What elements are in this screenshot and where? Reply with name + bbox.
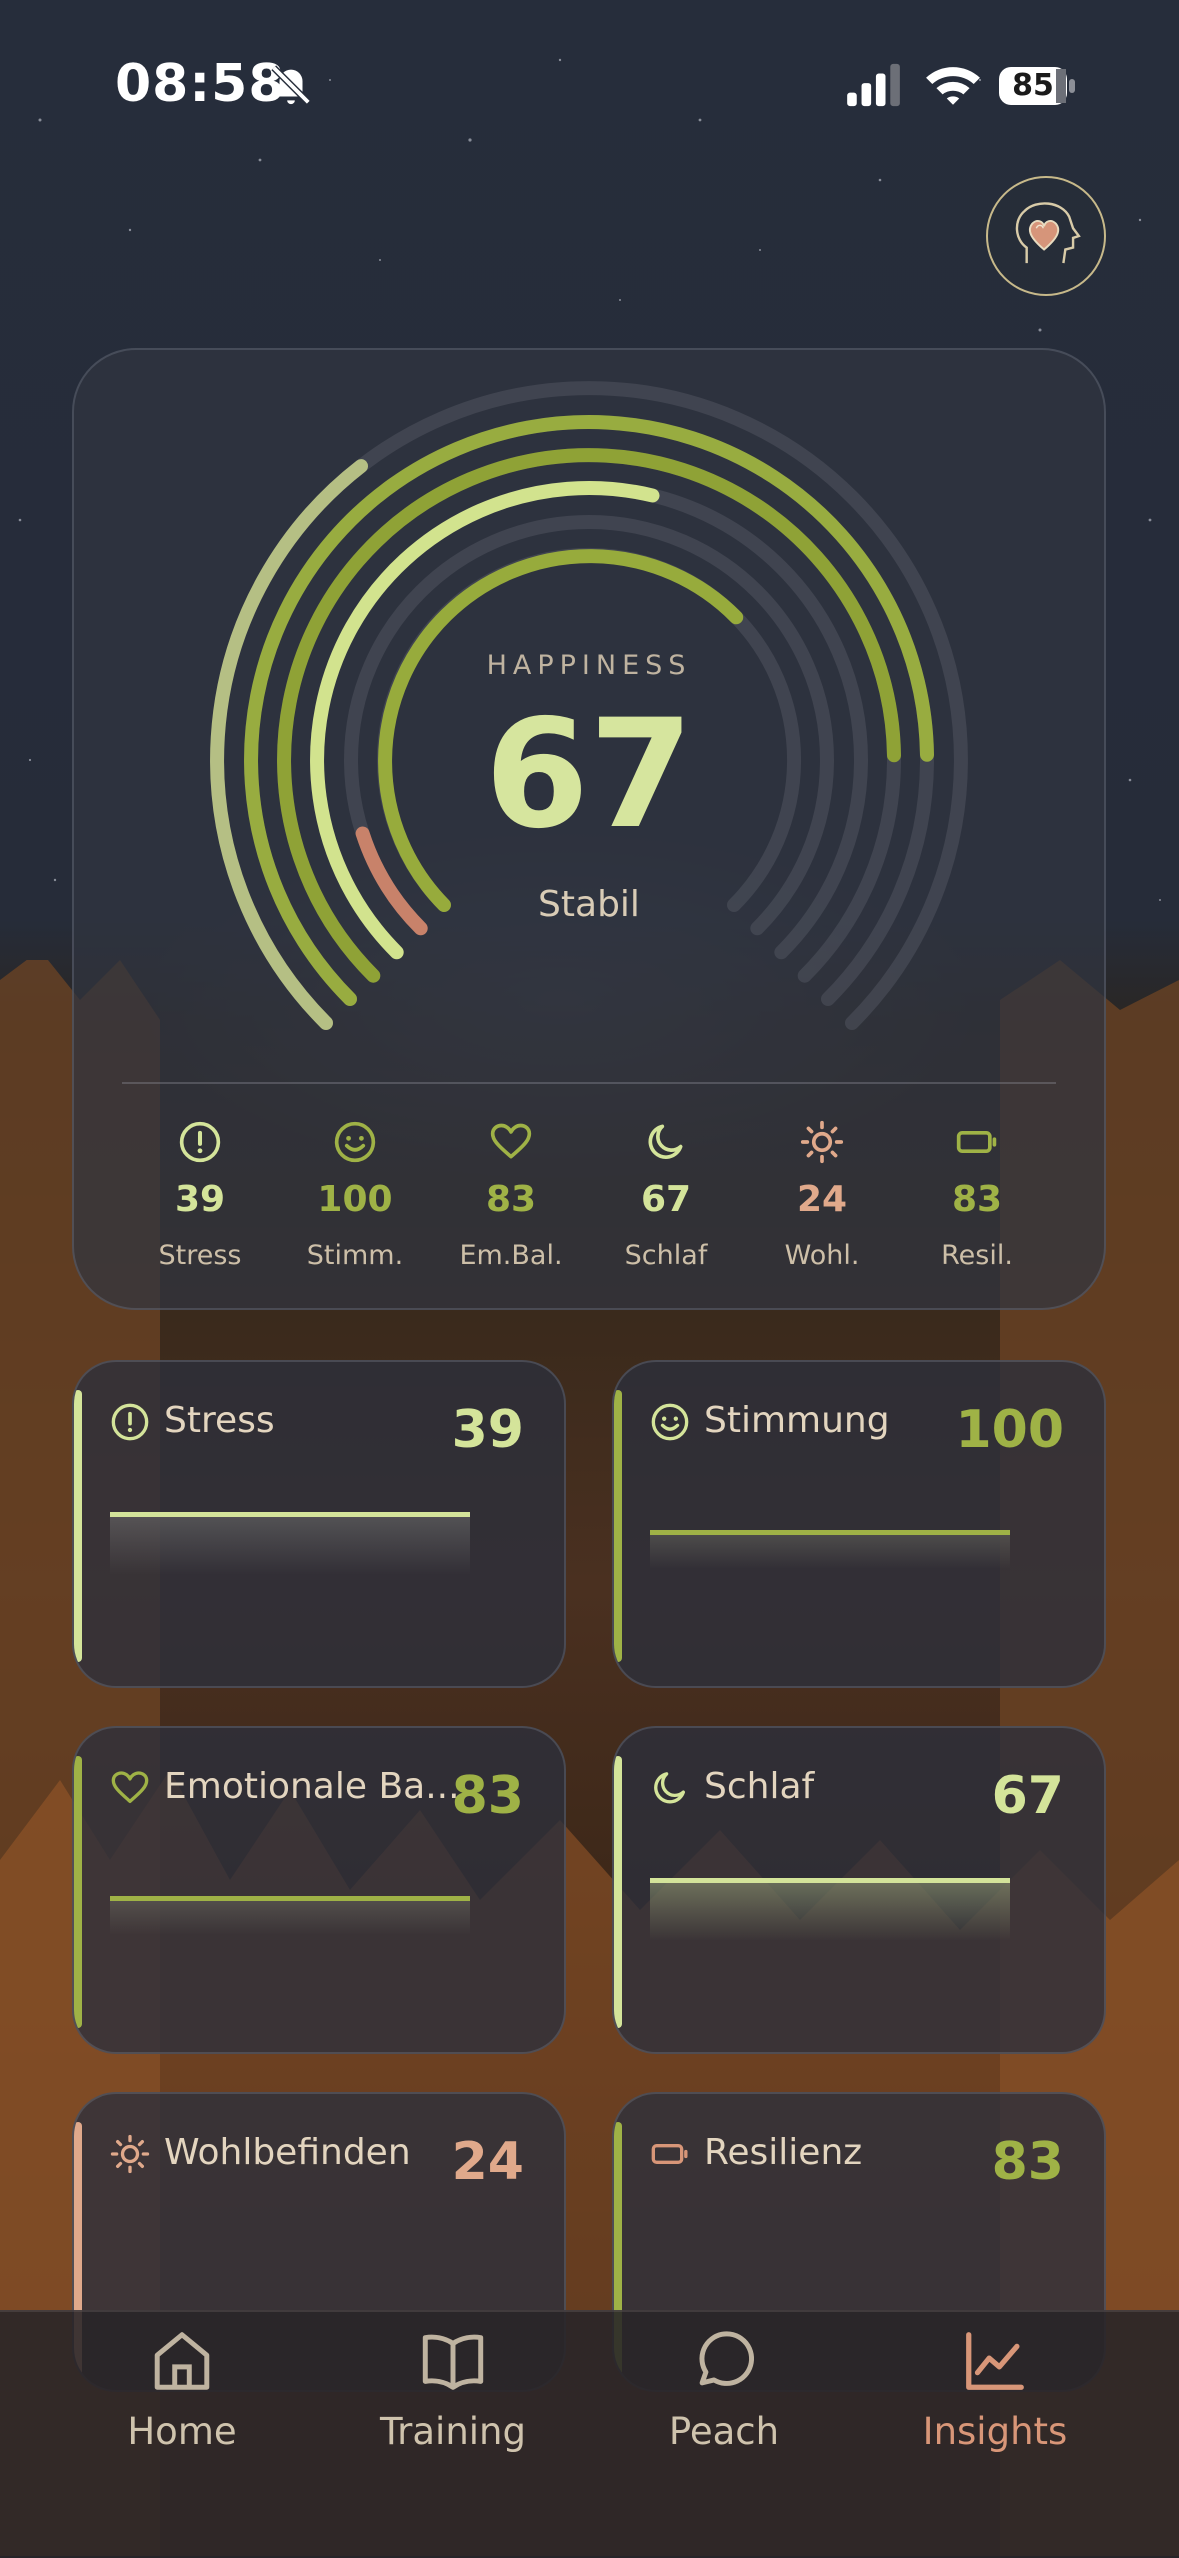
home-icon (154, 2332, 210, 2390)
tile-value: 24 (451, 2132, 524, 2192)
smiley-icon (651, 1403, 689, 1441)
metric-value: 39 (174, 1179, 226, 1220)
moon-icon (654, 1772, 685, 1804)
sun-icon (800, 1120, 844, 1164)
tile-value: 67 (991, 1766, 1064, 1826)
tab-label: Training (380, 2410, 526, 2453)
tile-stress[interactable]: Stress 39 (72, 1360, 566, 1688)
sun-icon (110, 2134, 150, 2174)
metric-label: Schlaf (624, 1240, 708, 1271)
metric-value: 67 (640, 1179, 692, 1220)
metric-value: 100 (317, 1179, 393, 1220)
divider (122, 1082, 1056, 1084)
tab-label: Peach (668, 2410, 780, 2453)
status-time: 08:58 (115, 54, 286, 114)
metric-value: 83 (485, 1179, 537, 1220)
tab-peach[interactable]: Peach (614, 2326, 834, 2453)
tile-accent-bar (74, 1390, 82, 1662)
happiness-score: 67 (484, 688, 694, 862)
tile-value: 83 (991, 2132, 1064, 2192)
happiness-label: HAPPINESS (486, 650, 692, 681)
metric-label: Wohl. (784, 1240, 860, 1271)
tile-value: 100 (955, 1400, 1064, 1460)
tile-title: Resilienz (704, 2132, 863, 2173)
happiness-status: Stabil (538, 884, 640, 925)
metric-value: 24 (796, 1179, 848, 1220)
metric-emotional-balance[interactable]: 83 Em.Bal. (436, 1120, 586, 1271)
book-icon (422, 2334, 484, 2390)
wifi-icon (926, 67, 980, 105)
battery-percentage: 85 (1012, 68, 1054, 103)
smiley-icon (334, 1121, 376, 1163)
tile-sparkline-fill (650, 1535, 1010, 1569)
battery-icon (651, 2144, 688, 2164)
tile-stimmung[interactable]: Stimmung 100 (612, 1360, 1106, 1688)
chart-icon (966, 2332, 1024, 2390)
chat-bubble-icon (699, 2331, 754, 2386)
bell-muted-icon (271, 65, 311, 105)
heart-icon (490, 1123, 532, 1159)
tile-emotional-balance[interactable]: Emotionale Ba... 83 (72, 1726, 566, 2054)
tile-title: Wohlbefinden (164, 2132, 411, 2173)
metric-stimmung[interactable]: 100 Stimm. (280, 1120, 430, 1271)
metric-label: Stimm. (306, 1240, 404, 1271)
metric-schlaf[interactable]: 67 Schlaf (591, 1120, 741, 1271)
tile-schlaf[interactable]: Schlaf 67 (612, 1726, 1106, 2054)
tab-home[interactable]: Home (72, 2326, 292, 2453)
head-heart-icon (1015, 202, 1081, 264)
cellular-signal-icon (847, 63, 900, 107)
tile-title: Stress (164, 1400, 275, 1441)
profile-avatar-button[interactable] (986, 176, 1106, 296)
metric-label: Em.Bal. (459, 1240, 563, 1271)
tab-insights[interactable]: Insights (885, 2326, 1105, 2453)
tile-accent-bar (614, 1390, 622, 1662)
tile-value: 39 (451, 1400, 524, 1460)
tile-sparkline-fill (110, 1517, 470, 1575)
metric-label: Resil. (941, 1240, 1013, 1271)
alert-circle-icon (179, 1121, 221, 1163)
tab-training[interactable]: Training (343, 2326, 563, 2453)
tile-sparkline-fill (650, 1883, 1010, 1941)
alert-circle-icon (111, 1403, 149, 1441)
tile-accent-bar (74, 1756, 82, 2028)
tab-label: Insights (922, 2410, 1068, 2453)
heart-icon (111, 1771, 149, 1803)
status-bar: 08:58 85 (0, 0, 1179, 170)
metric-resilienz[interactable]: 83 Resil. (902, 1120, 1052, 1271)
tile-title: Stimmung (704, 1400, 890, 1441)
moon-icon (648, 1124, 683, 1159)
tile-sparkline-fill (110, 1901, 470, 1935)
metric-stress[interactable]: 39 Stress (125, 1120, 275, 1271)
tile-title: Schlaf (704, 1766, 815, 1807)
metric-value: 83 (951, 1179, 1003, 1220)
metric-wohlbefinden[interactable]: 24 Wohl. (747, 1120, 897, 1271)
tile-accent-bar (614, 1756, 622, 2028)
battery-icon (956, 1131, 997, 1153)
metric-label: Stress (158, 1240, 242, 1271)
tile-value: 83 (451, 1766, 524, 1826)
tab-label: Home (127, 2410, 237, 2453)
